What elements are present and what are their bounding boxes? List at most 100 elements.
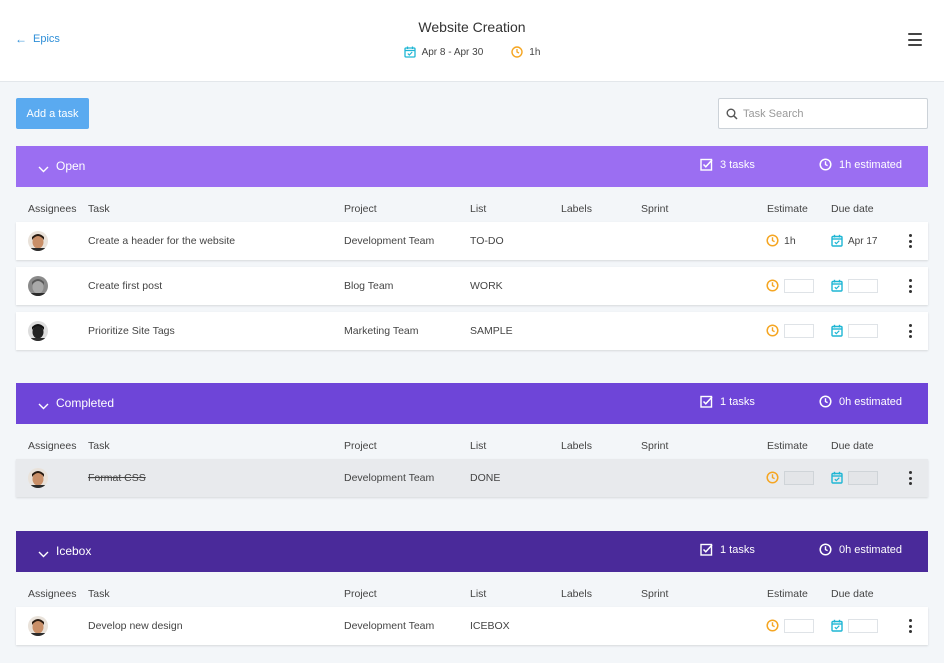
column-labels[interactable]: Labels <box>561 588 592 600</box>
column-headers: Assignees Task Project List Labels Sprint Esti… <box>16 440 928 454</box>
more-options-icon[interactable] <box>908 471 912 485</box>
column-assignees[interactable]: Assignees <box>28 588 76 600</box>
task-project: Blog Team <box>344 280 394 292</box>
section-name: Completed <box>56 396 115 410</box>
column-assignees[interactable]: Assignees <box>28 203 76 215</box>
task-row[interactable]: Prioritize Site Tags Marketing Team SAMP… <box>16 312 928 350</box>
column-task[interactable]: Task <box>88 440 110 452</box>
column-task[interactable]: Task <box>88 203 110 215</box>
clock-icon <box>766 619 779 635</box>
estimate-label: 1h estimated <box>839 158 902 171</box>
task-list: WORK <box>470 280 503 292</box>
clock-icon <box>819 158 832 171</box>
column-headers: Assignees Task Project List Labels Sprint Esti… <box>16 203 928 217</box>
avatar[interactable] <box>28 231 48 251</box>
column-labels[interactable]: Labels <box>561 440 592 452</box>
section-estimate: 0h estimated <box>819 395 902 408</box>
section-task-count: 1 tasks <box>700 543 755 556</box>
task-name[interactable]: Create first post <box>88 280 162 292</box>
task-search[interactable] <box>718 98 928 129</box>
calendar-icon <box>831 234 843 250</box>
task-project: Development Team <box>344 472 435 484</box>
more-options-icon[interactable] <box>908 234 912 248</box>
column-list[interactable]: List <box>470 203 486 215</box>
task-row[interactable]: Format CSS Development Team DONE <box>16 459 928 497</box>
task-count-label: 3 tasks <box>720 158 755 171</box>
avatar[interactable] <box>28 321 48 341</box>
top-bar: ← Epics Website Creation Apr 8 - Apr 30 … <box>0 0 944 82</box>
estimate-field[interactable] <box>784 324 814 338</box>
column-estimate[interactable]: Estimate <box>767 203 808 215</box>
column-list[interactable]: List <box>470 588 486 600</box>
column-due-date[interactable]: Due date <box>831 203 874 215</box>
clock-icon <box>819 395 832 408</box>
estimate-label: 0h estimated <box>839 395 902 408</box>
add-task-button[interactable]: Add a task <box>16 98 89 129</box>
section-header-2[interactable]: Icebox 1 tasks 0h estimated <box>16 531 928 572</box>
due-date-field[interactable] <box>848 324 878 338</box>
column-sprint[interactable]: Sprint <box>641 588 668 600</box>
column-task[interactable]: Task <box>88 588 110 600</box>
estimate-field[interactable] <box>784 279 814 293</box>
estimate-label: 0h estimated <box>839 543 902 556</box>
column-due-date[interactable]: Due date <box>831 440 874 452</box>
column-project[interactable]: Project <box>344 203 377 215</box>
more-options-icon[interactable] <box>908 324 912 338</box>
column-sprint[interactable]: Sprint <box>641 440 668 452</box>
section-name: Open <box>56 159 86 173</box>
chevron-down-icon[interactable] <box>38 397 49 415</box>
task-row[interactable]: Develop new design Development Team ICEB… <box>16 607 928 645</box>
epic-meta: Apr 8 - Apr 30 1h <box>0 46 944 58</box>
column-list[interactable]: List <box>470 440 486 452</box>
clock-icon <box>766 279 779 295</box>
due-date-field[interactable] <box>848 279 878 293</box>
column-project[interactable]: Project <box>344 588 377 600</box>
column-assignees[interactable]: Assignees <box>28 440 76 452</box>
due-date-value[interactable]: Apr 17 <box>848 236 877 247</box>
more-options-icon[interactable] <box>908 279 912 293</box>
column-estimate[interactable]: Estimate <box>767 440 808 452</box>
task-row[interactable]: Create first post Blog Team WORK <box>16 267 928 305</box>
chevron-down-icon[interactable] <box>38 545 49 563</box>
checkbox-icon <box>700 543 713 556</box>
chevron-down-icon[interactable] <box>38 160 49 178</box>
column-sprint[interactable]: Sprint <box>641 203 668 215</box>
section-task-count: 1 tasks <box>700 395 755 408</box>
estimate-field[interactable] <box>784 619 814 633</box>
section-estimate: 1h estimated <box>819 158 902 171</box>
clock-icon <box>511 46 523 58</box>
column-due-date[interactable]: Due date <box>831 588 874 600</box>
clock-icon <box>766 234 779 250</box>
calendar-icon <box>831 279 843 295</box>
search-input[interactable] <box>743 107 913 120</box>
calendar-icon <box>831 471 843 487</box>
column-estimate[interactable]: Estimate <box>767 588 808 600</box>
menu-icon[interactable] <box>908 33 922 46</box>
task-name[interactable]: Prioritize Site Tags <box>88 325 175 337</box>
section-header-0[interactable]: Open 3 tasks 1h estimated <box>16 146 928 187</box>
task-list: ICEBOX <box>470 620 510 632</box>
calendar-icon <box>831 619 843 635</box>
task-count-label: 1 tasks <box>720 543 755 556</box>
due-date-field[interactable] <box>848 619 878 633</box>
task-row[interactable]: Create a header for the website Developm… <box>16 222 928 260</box>
estimate-value[interactable]: 1h <box>784 235 796 247</box>
section-estimate: 0h estimated <box>819 543 902 556</box>
task-name[interactable]: Develop new design <box>88 620 183 632</box>
task-name[interactable]: Format CSS <box>88 472 146 484</box>
clock-icon <box>766 471 779 487</box>
task-list: TO-DO <box>470 235 504 247</box>
avatar[interactable] <box>28 468 48 488</box>
due-date-field[interactable] <box>848 471 878 485</box>
estimate-field[interactable] <box>784 471 814 485</box>
task-name[interactable]: Create a header for the website <box>88 235 235 247</box>
more-options-icon[interactable] <box>908 619 912 633</box>
column-project[interactable]: Project <box>344 440 377 452</box>
avatar[interactable] <box>28 616 48 636</box>
section-header-1[interactable]: Completed 1 tasks 0h estimated <box>16 383 928 424</box>
column-labels[interactable]: Labels <box>561 203 592 215</box>
task-list: DONE <box>470 472 501 484</box>
avatar[interactable] <box>28 276 48 296</box>
task-list: SAMPLE <box>470 325 513 337</box>
column-headers: Assignees Task Project List Labels Sprint Esti… <box>16 588 928 602</box>
